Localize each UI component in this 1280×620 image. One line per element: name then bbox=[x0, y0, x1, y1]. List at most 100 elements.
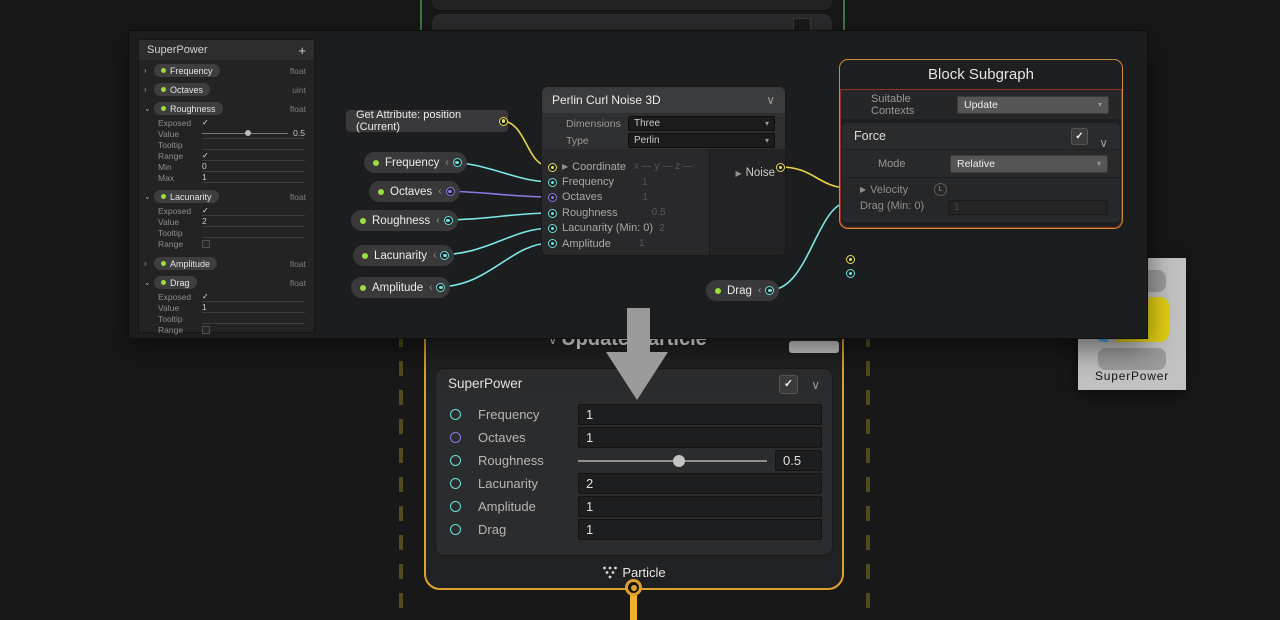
roughness-mini-slider[interactable]: 0.5 bbox=[202, 128, 305, 139]
tooltip-field[interactable] bbox=[202, 227, 305, 238]
lacunarity-port[interactable] bbox=[548, 224, 557, 233]
param-node-roughness[interactable]: Roughness ‹ bbox=[351, 210, 458, 231]
chevron-down-icon[interactable]: ∨ bbox=[811, 378, 820, 392]
amplitude-port[interactable] bbox=[548, 239, 557, 248]
property-drag[interactable]: ⌄ Drag float bbox=[139, 274, 314, 291]
chevron-expanded-icon[interactable]: ⌄ bbox=[144, 104, 154, 113]
collapse-icon[interactable]: ‹ bbox=[758, 285, 761, 296]
property-lacunarity[interactable]: ⌄ Lacunarity float bbox=[139, 188, 314, 205]
drag-field[interactable]: 1 bbox=[578, 519, 822, 540]
get-attribute-node[interactable]: Get Attribute: position (Current) bbox=[346, 110, 508, 132]
mode-label: Mode bbox=[878, 158, 950, 170]
port-icon[interactable] bbox=[450, 478, 461, 489]
param-node-drag[interactable]: Drag ‹ bbox=[706, 280, 779, 301]
unchecked-checkbox[interactable] bbox=[202, 240, 210, 248]
checked-icon[interactable]: ✓ bbox=[202, 206, 209, 215]
param-node-octaves[interactable]: Octaves ‹ bbox=[369, 181, 460, 202]
collapse-icon[interactable]: ‹ bbox=[438, 186, 441, 197]
checked-icon[interactable]: ✓ bbox=[202, 292, 209, 301]
port-icon[interactable] bbox=[450, 432, 461, 443]
property-frequency[interactable]: › Frequency float bbox=[139, 62, 314, 79]
slider-knob[interactable] bbox=[673, 455, 685, 467]
roughness-port[interactable] bbox=[548, 209, 557, 218]
blackboard-title: SuperPower bbox=[147, 44, 208, 56]
suitable-contexts-dropdown[interactable]: Update▾ bbox=[957, 96, 1109, 114]
port-icon[interactable] bbox=[450, 455, 461, 466]
param-node-amplitude[interactable]: Amplitude ‹ bbox=[351, 277, 450, 298]
port-icon[interactable] bbox=[450, 501, 461, 512]
output-port[interactable] bbox=[499, 117, 508, 126]
port-icon[interactable] bbox=[450, 409, 461, 420]
octaves-port[interactable] bbox=[548, 193, 557, 202]
value-field[interactable]: 1 bbox=[202, 302, 305, 313]
tooltip-field[interactable] bbox=[202, 139, 305, 150]
collapse-icon[interactable]: ‹ bbox=[433, 250, 436, 261]
property-roughness[interactable]: ⌄ Roughness float bbox=[139, 100, 314, 117]
output-port[interactable] bbox=[765, 286, 774, 295]
chevron-right-icon[interactable]: › bbox=[144, 66, 154, 75]
collapse-icon[interactable]: ‹ bbox=[436, 215, 439, 226]
context-header-pill[interactable] bbox=[789, 341, 839, 353]
output-port[interactable] bbox=[453, 158, 462, 167]
lacunarity-value-row: Value 2 bbox=[139, 216, 314, 227]
dropdown-caret-icon: ▾ bbox=[765, 136, 769, 145]
coordinate-port[interactable] bbox=[548, 163, 557, 172]
roughness-value[interactable]: 0.5 bbox=[775, 450, 822, 471]
param-node-lacunarity[interactable]: Lacunarity ‹ bbox=[353, 245, 454, 266]
block-enabled-checkbox[interactable]: ✓ bbox=[779, 375, 798, 394]
frequency-port[interactable] bbox=[548, 178, 557, 187]
output-port[interactable] bbox=[444, 216, 453, 225]
update-particle-context[interactable]: ∨ Update Particle SuperPower ✓ ∨ Frequen… bbox=[424, 316, 844, 590]
property-amplitude[interactable]: › Amplitude float bbox=[139, 255, 314, 272]
port-icon[interactable] bbox=[450, 524, 461, 535]
chevron-down-icon[interactable]: ∨ bbox=[766, 93, 775, 107]
node-label: Get Attribute: position (Current) bbox=[356, 109, 493, 133]
roughness-exposed-row: Exposed ✓ bbox=[139, 117, 314, 128]
perlin-curl-noise-node[interactable]: Perlin Curl Noise 3D ∨ Dimensions Three▾… bbox=[541, 86, 786, 256]
drag-value-field[interactable]: 1 bbox=[948, 200, 1108, 215]
chevron-expanded-icon[interactable]: ⌄ bbox=[144, 278, 154, 287]
property-octaves[interactable]: › Octaves uint bbox=[139, 81, 314, 98]
slider-track[interactable] bbox=[578, 460, 767, 462]
octaves-field[interactable]: 1 bbox=[578, 427, 822, 448]
tooltip-field[interactable] bbox=[202, 313, 305, 324]
checked-icon[interactable]: ✓ bbox=[202, 118, 209, 127]
min-field[interactable]: 0 bbox=[202, 161, 305, 172]
collapse-icon[interactable]: ‹ bbox=[429, 282, 432, 293]
amplitude-field[interactable]: 1 bbox=[578, 496, 822, 517]
chevron-down-icon[interactable]: ∨ bbox=[1099, 130, 1108, 156]
force-block[interactable]: Force ✓ ∨ Mode Relative▾ ▶ Velocity L bbox=[842, 123, 1120, 222]
param-node-frequency[interactable]: Frequency ‹ bbox=[364, 152, 467, 173]
value-text[interactable]: 0.5 bbox=[293, 128, 305, 138]
lacunarity-field[interactable]: 2 bbox=[578, 473, 822, 494]
unchecked-checkbox[interactable] bbox=[202, 326, 210, 334]
value-field[interactable]: 2 bbox=[202, 216, 305, 227]
add-property-button[interactable]: + bbox=[298, 43, 306, 58]
checked-icon[interactable]: ✓ bbox=[202, 151, 209, 160]
slider-knob[interactable] bbox=[245, 130, 251, 136]
node-header[interactable]: Perlin Curl Noise 3D ∨ bbox=[542, 87, 785, 113]
noise-output-port[interactable] bbox=[776, 163, 785, 172]
context-output-port[interactable] bbox=[625, 579, 642, 596]
chevron-right-icon[interactable]: › bbox=[144, 85, 154, 94]
collapse-icon[interactable]: ‹ bbox=[445, 157, 448, 168]
property-type: float bbox=[290, 259, 306, 269]
superpower-block[interactable]: SuperPower ✓ ∨ Frequency 1 Octaves 1 Rou… bbox=[435, 368, 833, 556]
velocity-port[interactable] bbox=[846, 255, 855, 264]
local-space-badge[interactable]: L bbox=[934, 183, 947, 196]
dimensions-dropdown[interactable]: Three▾ bbox=[628, 116, 775, 131]
force-drag-port[interactable] bbox=[846, 269, 855, 278]
chevron-right-icon[interactable]: › bbox=[144, 259, 154, 268]
output-port[interactable] bbox=[440, 251, 449, 260]
output-port[interactable] bbox=[436, 283, 445, 292]
roughness-slider[interactable]: 0.5 bbox=[578, 450, 822, 471]
type-dropdown[interactable]: Perlin▾ bbox=[628, 133, 775, 148]
fold-arrow-icon[interactable]: ▶ bbox=[562, 162, 568, 171]
force-enabled-checkbox[interactable]: ✓ bbox=[1071, 128, 1088, 145]
mode-dropdown[interactable]: Relative▾ bbox=[950, 155, 1108, 173]
chevron-expanded-icon[interactable]: ⌄ bbox=[144, 192, 154, 201]
output-port[interactable] bbox=[446, 187, 455, 196]
max-field[interactable]: 1 bbox=[202, 172, 305, 183]
block-subgraph-panel[interactable]: Block Subgraph Suitable Contexts Update▾… bbox=[839, 59, 1123, 229]
frequency-field[interactable]: 1 bbox=[578, 404, 822, 425]
